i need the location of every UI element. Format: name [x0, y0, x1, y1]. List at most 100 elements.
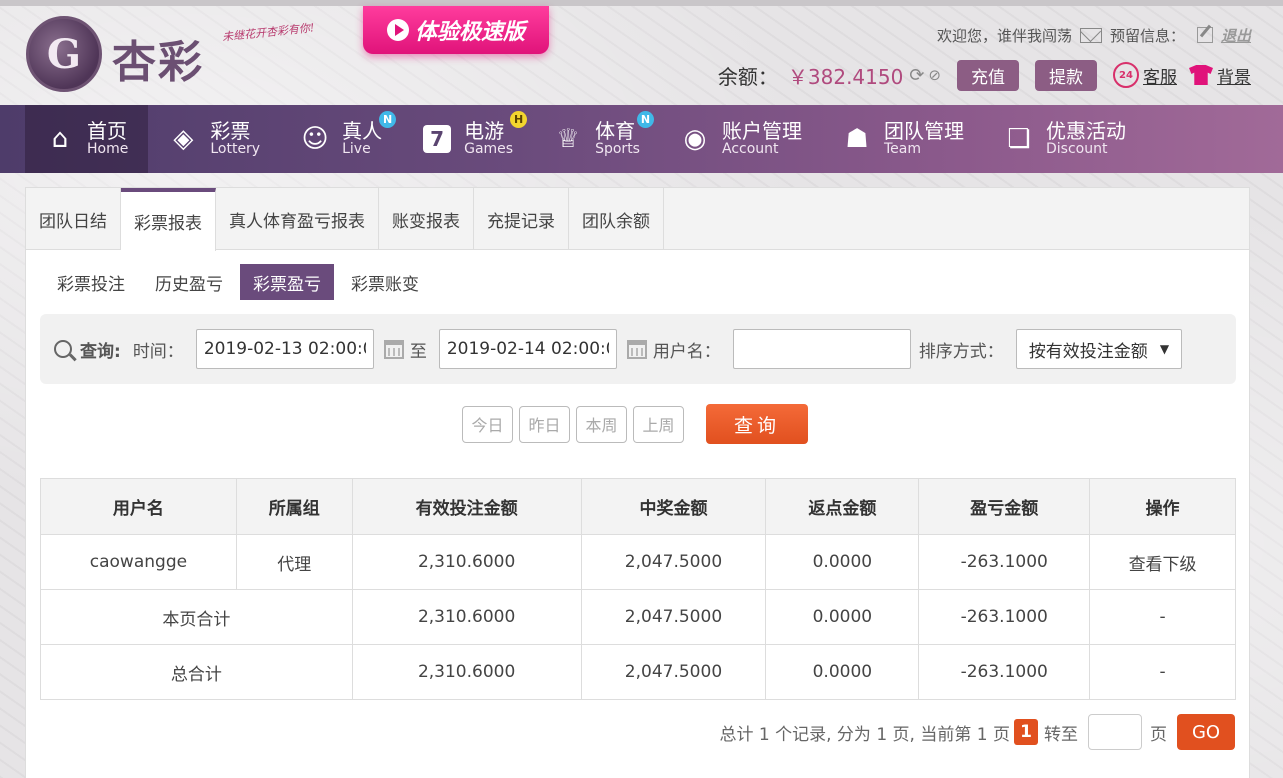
col-header-action: 操作 — [1089, 478, 1236, 535]
to-label: 至 — [409, 341, 427, 362]
start-time-input[interactable] — [195, 329, 374, 369]
nav-home-en: Home — [87, 141, 129, 158]
grand-total-action: - — [1089, 644, 1236, 700]
nav-item-live[interactable]: ☺ 真人 Live N — [280, 105, 402, 173]
cell-group: 代理 — [235, 534, 353, 590]
query-button[interactable]: 查询 — [706, 404, 808, 444]
nav-games-text: 电游 Games — [464, 120, 513, 157]
hide-balance-icon[interactable]: ⊘ — [928, 66, 941, 84]
balance-value: ￥382.4150 — [787, 64, 904, 89]
filter-bar: 查询: 时间： 至 用户名： 排序方式： 按有效投注金额 ▼ — [40, 314, 1236, 384]
reserved-info-label[interactable]: 预留信息： — [1110, 25, 1185, 46]
nav-item-lottery[interactable]: ◈ 彩票 Lottery — [148, 105, 280, 173]
username-text: 谁伴我闯荡 — [996, 26, 1072, 45]
site-logo[interactable]: G 杏彩 未继花开杏彩有你! — [26, 16, 326, 96]
logo-emblem-icon: G — [26, 16, 102, 92]
col-header-valid-bet: 有效投注金额 — [351, 478, 582, 535]
nav-item-sports[interactable]: ♕ 体育 Sports N — [533, 105, 660, 173]
quick-date-row: 今日 昨日 本周 上周 查询 — [462, 404, 808, 444]
username-input[interactable] — [732, 329, 911, 369]
deposit-button[interactable]: 充值 — [957, 59, 1019, 91]
nav-live-en: Live — [342, 141, 371, 158]
username-label: 用户名： — [652, 341, 721, 362]
nav-discount-zh: 优惠活动 — [1045, 119, 1126, 144]
speed-version-button[interactable]: 体验极速版 — [363, 6, 549, 54]
col-header-profit: 盈亏金额 — [918, 478, 1091, 535]
grand-total-win: 2,047.5000 — [580, 644, 767, 700]
logo-slogan: 未继花开杏彩有你! — [221, 21, 315, 44]
col-header-group: 所属组 — [235, 478, 353, 535]
nav-lottery-text: 彩票 Lottery — [210, 120, 260, 157]
end-time-input[interactable] — [438, 329, 617, 369]
slot-seven-icon: 7 — [420, 122, 454, 156]
this-week-button[interactable]: 本周 — [576, 405, 627, 443]
nav-team-text: 团队管理 Team — [884, 120, 964, 157]
nav-account-text: 账户管理 Account — [722, 120, 802, 157]
nav-item-games[interactable]: 7 电游 Games H — [402, 105, 533, 173]
view-subordinates-link[interactable]: 查看下级 — [1089, 534, 1236, 590]
user-info-bar: 欢迎您， 谁伴我闯荡 预留信息： 退出 — [937, 22, 1251, 48]
tab-account-change[interactable]: 账变报表 — [379, 188, 474, 250]
nav-home-zh: 首页 — [87, 119, 127, 144]
goto-page-input[interactable] — [1088, 714, 1142, 750]
nav-item-discount[interactable]: ❏ 优惠活动 Discount — [984, 105, 1146, 173]
logo-brand-name: 杏彩 — [112, 37, 204, 88]
main-nav: ⌂ 首页 Home ◈ 彩票 Lottery ☺ 真人 Live N 7 电游 … — [0, 105, 1283, 173]
new-badge: N — [379, 111, 397, 128]
play-icon — [386, 19, 409, 41]
page-total-action: - — [1089, 589, 1236, 645]
mail-icon[interactable] — [1079, 27, 1102, 43]
tab-live-sports-report[interactable]: 真人体育盈亏报表 — [216, 188, 379, 250]
subtab-lottery-profit[interactable]: 彩票盈亏 — [240, 264, 334, 300]
time-label: 时间： — [132, 341, 184, 362]
dealer-icon: ☺ — [301, 124, 329, 154]
yesterday-button[interactable]: 昨日 — [519, 405, 570, 443]
customer-service-link[interactable]: 客服 — [1143, 63, 1177, 88]
nav-discount-en: Discount — [1045, 141, 1108, 158]
nav-sports-zh: 体育 — [595, 119, 636, 144]
grand-total-profit: -263.1000 — [918, 644, 1091, 700]
nav-sports-en: Sports — [595, 141, 640, 158]
calendar-icon[interactable] — [626, 339, 647, 359]
col-header-username: 用户名 — [40, 478, 237, 535]
tab-lottery-report[interactable]: 彩票报表 — [121, 188, 216, 251]
nav-item-home[interactable]: ⌂ 首页 Home — [25, 105, 149, 173]
today-button[interactable]: 今日 — [462, 405, 513, 443]
subtab-lottery-changes[interactable]: 彩票账变 — [338, 264, 432, 300]
cell-profit: -263.1000 — [918, 534, 1091, 590]
page-total-profit: -263.1000 — [918, 589, 1091, 645]
support-24h-icon: 24 — [1113, 62, 1139, 88]
tab-team-balance[interactable]: 团队余额 — [569, 188, 664, 250]
report-tabs: 团队日结 彩票报表 真人体育盈亏报表 账变报表 充提记录 团队余额 — [26, 188, 1249, 251]
edit-icon — [1196, 27, 1213, 43]
nav-home-text: 首页 Home — [87, 120, 128, 157]
logout-link[interactable]: 退出 — [1221, 25, 1251, 46]
query-label: 查询: — [80, 341, 121, 362]
nav-item-team[interactable]: ☗ 团队管理 Team — [822, 105, 984, 173]
last-week-button[interactable]: 上周 — [633, 405, 684, 443]
subtab-lottery-bets[interactable]: 彩票投注 — [44, 264, 138, 300]
calendar-icon[interactable] — [383, 339, 404, 359]
nav-item-account[interactable]: ◉ 账户管理 Account — [660, 105, 822, 173]
page-total-rebate: 0.0000 — [765, 589, 920, 645]
tab-team-daily[interactable]: 团队日结 — [26, 188, 121, 250]
site-header: G 杏彩 未继花开杏彩有你! 体验极速版 欢迎您， 谁伴我闯荡 预留信息： 退出… — [0, 0, 1283, 105]
profit-table: 用户名 所属组 有效投注金额 中奖金额 返点金额 盈亏金额 操作 caowang… — [40, 478, 1236, 700]
gift-icon: ❏ — [1007, 124, 1031, 154]
tab-deposit-withdraw[interactable]: 充提记录 — [474, 188, 569, 250]
nav-lottery-en: Lottery — [210, 141, 261, 158]
sort-select[interactable]: 按有效投注金额 ▼ — [1015, 329, 1183, 369]
nav-discount-text: 优惠活动 Discount — [1046, 120, 1126, 157]
refresh-icon[interactable]: ⟳ — [909, 65, 924, 86]
go-button[interactable]: GO — [1177, 714, 1235, 750]
background-skin-link[interactable]: 背景 — [1217, 63, 1251, 88]
grand-total-row: 总合计 2,310.6000 2,047.5000 0.0000 -263.10… — [40, 644, 1236, 700]
subtab-history-profit[interactable]: 历史盈亏 — [142, 264, 236, 300]
page-total-win: 2,047.5000 — [580, 589, 767, 645]
current-page-number[interactable]: 1 — [1014, 719, 1038, 745]
nav-account-en: Account — [721, 141, 779, 158]
pagination-summary: 总计 1 个记录, 分为 1 页, 当前第 1 页 — [719, 724, 1011, 745]
withdraw-button[interactable]: 提款 — [1035, 59, 1097, 91]
trophy-icon: ♕ — [556, 124, 580, 154]
nav-lottery-zh: 彩票 — [210, 119, 251, 144]
